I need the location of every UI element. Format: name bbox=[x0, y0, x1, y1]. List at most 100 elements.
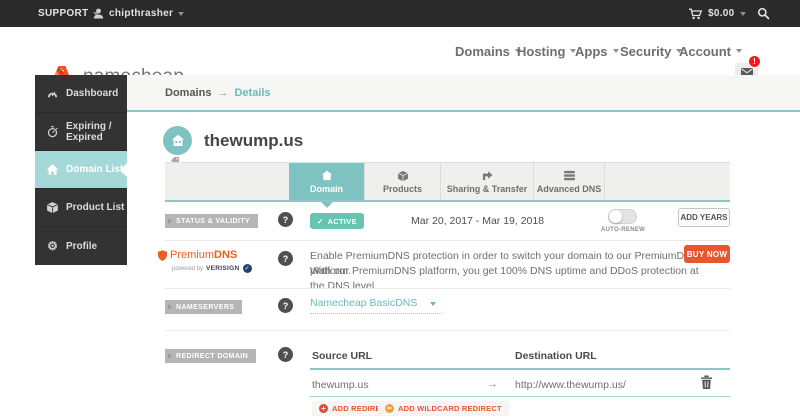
auto-renew-label: AUTO-RENEW bbox=[594, 227, 652, 233]
row-divider bbox=[165, 330, 730, 331]
breadcrumb-arrow: → bbox=[217, 87, 228, 99]
redirect-source-value: thewump.us bbox=[312, 379, 369, 391]
chevron-down-icon bbox=[430, 302, 436, 306]
nav-label: Domains bbox=[455, 44, 510, 59]
sidebar-item-product-list[interactable]: Product List bbox=[35, 189, 127, 227]
domain-avatar bbox=[163, 126, 192, 155]
tab-products[interactable]: Products bbox=[364, 163, 440, 200]
sidebar-item-label: Domain List bbox=[66, 164, 123, 175]
chevron-down-icon bbox=[736, 49, 742, 53]
account-user-menu[interactable]: chipthrasher bbox=[93, 0, 184, 27]
namecheap-domain-details-page: SUPPORT chipthrasher $0.00 bbox=[0, 0, 800, 418]
package-icon bbox=[46, 201, 59, 214]
add-wildcard-redirect-button[interactable]: ∞ ADD WILDCARD REDIRECT bbox=[378, 401, 509, 416]
tab-domain[interactable]: Domain bbox=[289, 163, 364, 200]
person-icon bbox=[93, 8, 104, 19]
share-icon bbox=[481, 170, 494, 182]
support-menu[interactable]: SUPPORT bbox=[38, 0, 99, 27]
verisign-label: VERISIGN bbox=[206, 265, 239, 272]
sidebar-item-expiring[interactable]: Expiring / Expired bbox=[35, 113, 127, 151]
sidebar-item-label: Profile bbox=[66, 241, 97, 252]
redirect-arrow: → bbox=[487, 378, 498, 390]
row-divider bbox=[165, 240, 730, 241]
nav-label: Apps bbox=[575, 44, 608, 59]
sidebar-item-dashboard[interactable]: Dashboard bbox=[35, 75, 127, 113]
nav-label: Security bbox=[620, 44, 671, 59]
source-url-header: Source URL bbox=[312, 350, 372, 362]
gear-icon: ⚙ bbox=[46, 240, 59, 253]
sidebar-item-label: Product List bbox=[66, 202, 124, 213]
help-icon[interactable]: ? bbox=[278, 347, 293, 362]
nav-label: Account bbox=[679, 44, 731, 59]
delete-redirect-button[interactable] bbox=[700, 375, 716, 391]
username-label: chipthrasher bbox=[109, 8, 173, 19]
cart-menu[interactable]: $0.00 bbox=[688, 0, 746, 27]
notification-badge: ! bbox=[748, 55, 761, 68]
destination-url-header: Destination URL bbox=[515, 350, 597, 362]
auto-renew-toggle[interactable] bbox=[608, 209, 637, 224]
search-icon bbox=[757, 7, 770, 20]
verisign-tagline: powered by VERISIGN ✓ bbox=[172, 264, 252, 273]
package-icon bbox=[397, 170, 409, 182]
breadcrumb: Domains → Details bbox=[127, 75, 800, 112]
add-wildcard-redirect-label: ADD WILDCARD REDIRECT bbox=[398, 404, 502, 413]
nameservers-selected-value: Namecheap BasicDNS bbox=[310, 297, 417, 309]
tab-label: Advanced DNS bbox=[537, 184, 602, 194]
nav-security[interactable]: Security bbox=[620, 27, 682, 75]
add-years-button[interactable]: ADD YEARS bbox=[678, 208, 730, 227]
premiumdns-logo: PremiumDNS bbox=[158, 249, 237, 261]
server-icon bbox=[563, 170, 576, 182]
stopwatch-icon bbox=[46, 125, 59, 138]
shield-icon bbox=[158, 250, 167, 261]
help-icon[interactable]: ? bbox=[278, 298, 293, 313]
top-utility-bar: SUPPORT chipthrasher $0.00 bbox=[0, 0, 800, 27]
tab-label: Products bbox=[383, 184, 422, 194]
nav-domains[interactable]: Domains bbox=[455, 27, 521, 75]
chevron-down-icon bbox=[613, 49, 619, 53]
home-icon bbox=[321, 170, 333, 182]
plus-circle-icon: + bbox=[319, 404, 328, 413]
nav-label: Hosting bbox=[517, 44, 565, 59]
tab-label: Sharing & Transfer bbox=[447, 184, 528, 194]
status-badge: ✓ ACTIVE bbox=[310, 213, 364, 229]
redirect-destination-value: http://www.thewump.us/ bbox=[515, 379, 626, 391]
status-validity-label: STATUS & VALIDITY bbox=[165, 214, 258, 228]
dns-text: DNS bbox=[214, 249, 237, 261]
nameservers-select[interactable]: Namecheap BasicDNS bbox=[310, 297, 442, 314]
help-icon[interactable]: ? bbox=[278, 251, 293, 266]
powered-by-label: powered by bbox=[172, 266, 203, 272]
sidebar-item-profile[interactable]: ⚙ Profile bbox=[35, 227, 127, 265]
main-header: namecheap Domains Hosting Apps Security … bbox=[0, 27, 800, 75]
premium-text: Premium bbox=[170, 249, 214, 261]
tab-label: Domain bbox=[310, 184, 343, 194]
row-divider bbox=[165, 288, 730, 289]
validity-dates: Mar 20, 2017 - Mar 19, 2018 bbox=[411, 215, 544, 227]
nav-hosting[interactable]: Hosting bbox=[517, 27, 576, 75]
trash-icon bbox=[700, 375, 713, 390]
premiumdns-description-line2: With our PremiumDNS platform, you get 10… bbox=[310, 264, 710, 294]
chevron-down-icon bbox=[740, 12, 746, 16]
table-rule-top bbox=[310, 368, 730, 370]
sidebar: Dashboard Expiring / Expired Domain List… bbox=[35, 75, 127, 265]
help-icon[interactable]: ? bbox=[278, 212, 293, 227]
infinity-circle-icon: ∞ bbox=[385, 404, 394, 413]
search-button[interactable] bbox=[757, 0, 770, 27]
verisign-check-icon: ✓ bbox=[243, 264, 252, 273]
check-icon: ✓ bbox=[317, 217, 324, 226]
domain-tabbar: Domain Products Sharing & Transfer Advan… bbox=[165, 162, 730, 202]
gauge-icon bbox=[46, 87, 59, 100]
status-badge-label: ACTIVE bbox=[328, 217, 357, 226]
home-icon bbox=[171, 134, 185, 147]
page-title: thewump.us bbox=[204, 131, 303, 151]
sidebar-item-label: Expiring / Expired bbox=[66, 121, 127, 143]
table-rule-bottom bbox=[310, 396, 730, 397]
redirect-domain-label: REDIRECT DOMAIN bbox=[165, 349, 256, 363]
sidebar-item-domain-list[interactable]: Domain List bbox=[35, 151, 127, 189]
tab-advanced-dns[interactable]: Advanced DNS bbox=[533, 163, 605, 200]
nav-account[interactable]: Account bbox=[679, 27, 742, 75]
cart-amount: $0.00 bbox=[708, 8, 735, 19]
nav-apps[interactable]: Apps bbox=[575, 27, 619, 75]
buy-now-button[interactable]: BUY NOW bbox=[684, 245, 730, 263]
tab-sharing-transfer[interactable]: Sharing & Transfer bbox=[440, 163, 533, 200]
breadcrumb-domains[interactable]: Domains bbox=[165, 87, 211, 99]
